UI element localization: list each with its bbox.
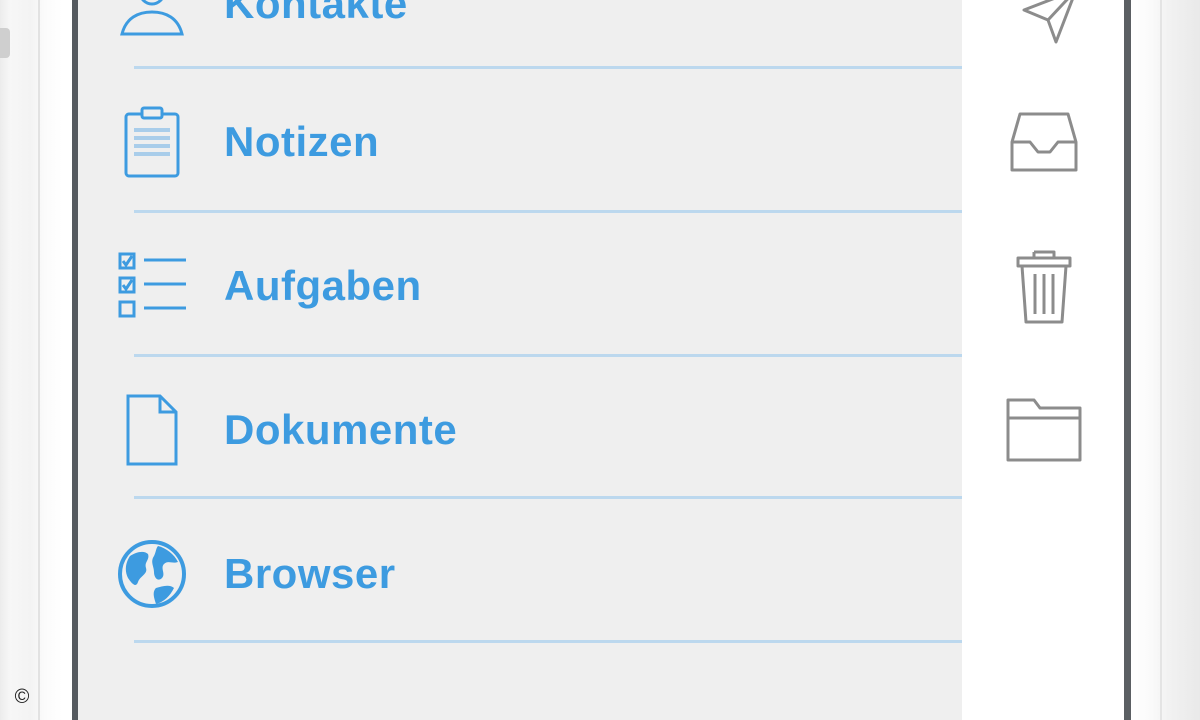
menu-divider xyxy=(134,496,962,499)
menu-item-notizen[interactable]: Notizen xyxy=(78,70,962,214)
phone-frame-edge-right xyxy=(1160,0,1162,720)
menu-divider xyxy=(134,66,962,69)
menu-item-dokumente[interactable]: Dokumente xyxy=(78,358,962,502)
action-rail xyxy=(962,0,1124,720)
menu-divider xyxy=(134,354,962,357)
tasks-icon xyxy=(118,252,186,318)
menu-item-label: Dokumente xyxy=(224,406,458,453)
phone-frame-edge-left xyxy=(38,0,40,720)
inbox-icon[interactable] xyxy=(1004,104,1084,184)
document-icon xyxy=(126,394,178,466)
folder-icon[interactable] xyxy=(1004,390,1084,470)
phone-side-button xyxy=(0,28,10,58)
menu-item-label: Kontakte xyxy=(224,0,408,27)
menu-divider xyxy=(134,210,962,213)
phone-bezel-right xyxy=(1124,0,1131,720)
phone-frame-right xyxy=(1131,0,1200,720)
menu-item-label: Aufgaben xyxy=(224,262,422,309)
contacts-icon xyxy=(120,0,184,36)
menu-divider xyxy=(134,640,962,643)
menu-item-label: Browser xyxy=(224,550,396,597)
menu-item-aufgaben[interactable]: Aufgaben xyxy=(78,214,962,358)
menu-item-browser[interactable]: Browser xyxy=(78,502,962,646)
globe-icon xyxy=(118,540,186,608)
side-menu: Kontakte Notizen Aufgaben Dokumente Brow… xyxy=(78,0,962,720)
menu-item-label: Notizen xyxy=(224,118,380,165)
send-icon[interactable] xyxy=(1004,0,1084,50)
notes-icon xyxy=(124,106,180,178)
copyright-mark: © xyxy=(14,686,30,708)
trash-icon[interactable] xyxy=(1004,246,1084,326)
menu-item-kontakte[interactable]: Kontakte xyxy=(78,0,962,76)
